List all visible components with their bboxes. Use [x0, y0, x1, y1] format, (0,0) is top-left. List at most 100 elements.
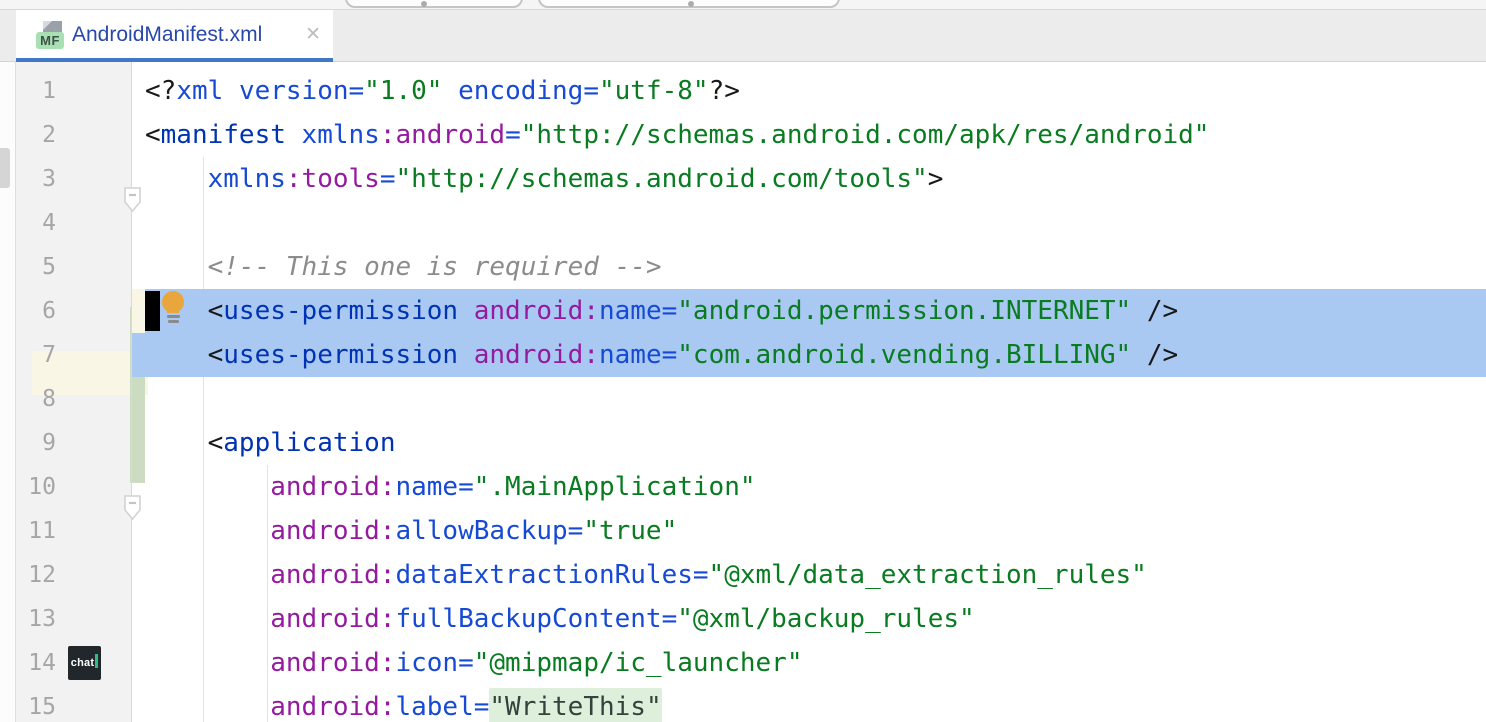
code-line[interactable]: android:name=".MainApplication"	[145, 465, 756, 509]
code-editor[interactable]: <?xml version="1.0" encoding="utf-8"?><m…	[132, 62, 1486, 722]
line-number[interactable]: 9	[16, 421, 56, 465]
editor-tab-bar: MF AndroidManifest.xml ✕	[0, 10, 1486, 62]
toolbar-widget[interactable]	[345, 0, 523, 8]
stripe-drag-handle[interactable]	[0, 148, 10, 188]
code-line[interactable]: android:dataExtractionRules="@xml/data_e…	[145, 553, 1147, 597]
code-token: xmlns	[208, 164, 286, 194]
code-token: android:	[270, 516, 395, 546]
code-line[interactable]: android:label="WriteThis"	[145, 685, 662, 722]
code-token: =	[568, 516, 584, 546]
code-token	[458, 340, 474, 370]
manifest-file-icon: MF	[36, 18, 64, 50]
current-line-highlight	[132, 289, 145, 333]
code-token: android:	[270, 648, 395, 678]
code-token: "1.0"	[364, 76, 442, 106]
code-token: <	[145, 120, 161, 150]
code-token: =	[662, 296, 678, 326]
code-token: android:	[474, 340, 599, 370]
line-number[interactable]: 7	[16, 333, 56, 377]
line-number[interactable]: 11	[16, 509, 56, 553]
code-token	[145, 428, 208, 458]
code-token: version	[239, 76, 349, 106]
code-token: />	[1147, 296, 1178, 326]
code-token	[223, 76, 239, 106]
code-token: manifest	[161, 120, 286, 150]
code-token: =	[693, 560, 709, 590]
code-line[interactable]: xmlns:tools="http://schemas.android.com/…	[145, 157, 943, 201]
code-line[interactable]: <?xml version="1.0" encoding="utf-8"?>	[145, 69, 740, 113]
code-token	[1131, 340, 1147, 370]
code-token	[145, 252, 208, 282]
code-token: ".MainApplication"	[474, 472, 756, 502]
line-number[interactable]: 14	[16, 641, 56, 685]
code-line[interactable]: android:allowBackup="true"	[145, 509, 677, 553]
code-line[interactable]: android:icon="@mipmap/ic_launcher"	[145, 641, 802, 685]
code-token: />	[1147, 340, 1178, 370]
code-token: name	[599, 340, 662, 370]
code-token: fullBackupContent	[395, 604, 661, 634]
code-line[interactable]: <!-- This one is required -->	[145, 245, 662, 289]
code-token	[145, 164, 208, 194]
code-token: <?	[145, 76, 176, 106]
code-token: encoding	[458, 76, 583, 106]
code-token: =	[458, 648, 474, 678]
code-token: name	[599, 296, 662, 326]
code-token	[145, 516, 270, 546]
line-number[interactable]: 12	[16, 553, 56, 597]
code-line[interactable]: <application	[145, 421, 395, 465]
line-number[interactable]: 10	[16, 465, 56, 509]
line-number[interactable]: 8	[16, 377, 56, 421]
editor-gutter[interactable]: 123456789101112131415 chat	[16, 62, 132, 722]
fold-collapse-icon[interactable]	[121, 185, 143, 215]
line-number[interactable]: 13	[16, 597, 56, 641]
code-token	[145, 340, 208, 370]
code-token: "true"	[583, 516, 677, 546]
close-icon[interactable]: ✕	[305, 10, 321, 62]
code-token: "@xml/backup_rules"	[677, 604, 974, 634]
code-token: :android	[380, 120, 505, 150]
code-token: <	[208, 296, 224, 326]
code-token: :tools	[286, 164, 380, 194]
code-line[interactable]: <uses-permission android:name="android.p…	[145, 289, 1178, 333]
code-token	[1131, 296, 1147, 326]
code-token: android:	[270, 692, 395, 722]
tab-androidmanifest[interactable]: MF AndroidManifest.xml ✕	[16, 10, 333, 62]
chat-caret	[95, 654, 98, 668]
code-token: <	[208, 340, 224, 370]
code-token: allowBackup	[395, 516, 567, 546]
code-token: "com.android.vending.BILLING"	[677, 340, 1131, 370]
code-token: =	[662, 604, 678, 634]
code-token: ?>	[709, 76, 740, 106]
line-number[interactable]: 6	[16, 289, 56, 333]
code-token: icon	[395, 648, 458, 678]
code-token: android:	[270, 560, 395, 590]
chat-cursor-badge[interactable]: chat	[68, 646, 101, 680]
code-token: "@xml/data_extraction_rules"	[709, 560, 1147, 590]
line-number[interactable]: 4	[16, 201, 56, 245]
tool-window-stripe	[0, 62, 16, 722]
tab-title: AndroidManifest.xml	[72, 10, 262, 62]
code-token: "utf-8"	[599, 76, 709, 106]
line-number[interactable]: 1	[16, 69, 56, 113]
widget-icon-dot	[421, 1, 427, 7]
text-caret	[145, 291, 160, 331]
line-number[interactable]: 15	[16, 685, 56, 722]
line-number[interactable]: 3	[16, 157, 56, 201]
code-token: =	[380, 164, 396, 194]
code-token	[145, 472, 270, 502]
code-token: uses-permission	[223, 296, 458, 326]
code-token: "android.permission.INTERNET"	[677, 296, 1131, 326]
code-token: "http://schemas.android.com/apk/res/andr…	[521, 120, 1210, 150]
code-line[interactable]: android:fullBackupContent="@xml/backup_r…	[145, 597, 975, 641]
code-token: <	[208, 428, 224, 458]
code-line[interactable]: <uses-permission android:name="com.andro…	[145, 333, 1178, 377]
ide-window: MF AndroidManifest.xml ✕ 123456789101112…	[0, 0, 1486, 722]
line-number[interactable]: 2	[16, 113, 56, 157]
code-token: xmlns	[302, 120, 380, 150]
line-number[interactable]: 5	[16, 245, 56, 289]
code-token: "http://schemas.android.com/tools"	[395, 164, 927, 194]
code-line[interactable]: <manifest xmlns:android="http://schemas.…	[145, 113, 1209, 157]
lightbulb-intention-icon[interactable]	[159, 289, 191, 329]
fold-collapse-icon[interactable]	[121, 493, 143, 523]
gutter-border	[131, 62, 132, 722]
